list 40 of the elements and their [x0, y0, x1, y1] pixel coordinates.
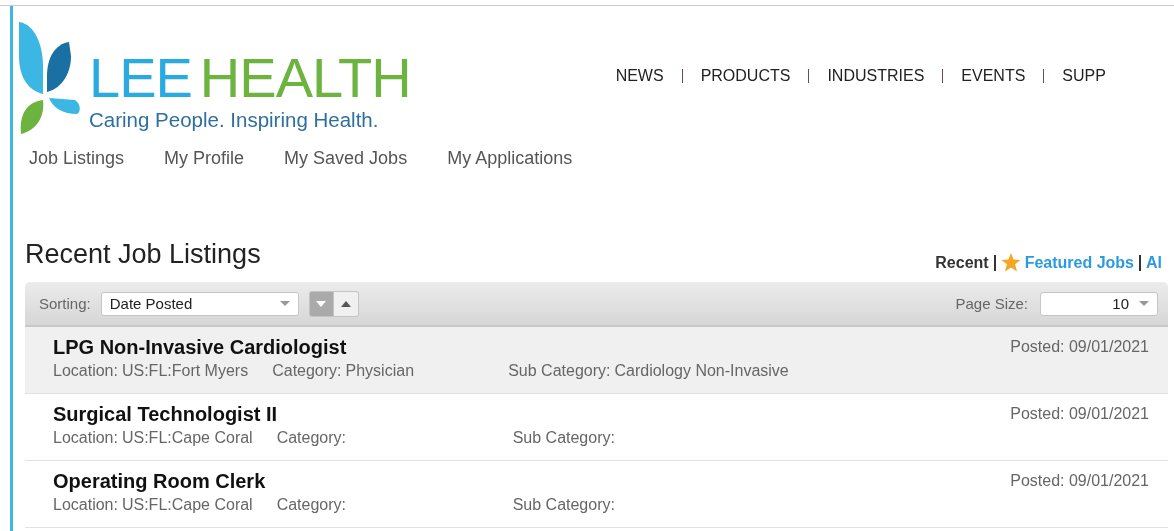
category-value: Physician [345, 362, 415, 380]
posted-date: Posted: 09/01/2021 [1010, 471, 1149, 491]
logo-name: HEALTH [199, 52, 411, 104]
nav-link[interactable]: SUPP [1062, 67, 1106, 85]
category-label: Category: [276, 429, 347, 447]
category-label: Category: [272, 362, 342, 380]
sub-category-label: Sub Category: [512, 429, 615, 447]
job-title[interactable]: LPG Non-Invasive Cardiologist [53, 336, 347, 358]
sorting-dropdown[interactable]: Date Posted [100, 291, 299, 316]
sub-category-label: Sub Category: [508, 362, 611, 380]
job-row[interactable]: LPG Non-Invasive Cardiologist Location: US:FL:Fort Myers Category: Physician Sub Category: Cardiology Non-Invasive Posted: 09/01/2021 [25, 327, 1168, 394]
posted-date: Posted: 09/01/2021 [1010, 404, 1149, 424]
location-value: US:FL:Fort Myers [121, 362, 249, 380]
page-size-dropdown[interactable]: 10 [1040, 291, 1158, 316]
location-value: US:FL:Cape Coral [121, 496, 253, 514]
location-label: Location: [53, 496, 118, 514]
job-title[interactable]: Surgical Technologist II [53, 403, 278, 425]
nav-link[interactable]: PRODUCTS [700, 67, 791, 85]
location-label: Location: [53, 362, 118, 380]
sub-category-value: Cardiology Non-Invasive [614, 362, 789, 380]
nav-link[interactable]: NEWS [615, 67, 664, 85]
logo-tagline: Caring People. Inspiring Health. [89, 108, 380, 132]
sorting-label: Sorting: [39, 295, 91, 312]
page-heading: Recent Job Listings [25, 239, 261, 270]
nav-tab[interactable]: My Profile [164, 148, 245, 169]
job-title[interactable]: Operating Room Clerk [53, 470, 266, 492]
category-label: Category: [276, 496, 347, 514]
sub-category-label: Sub Category: [512, 496, 615, 514]
posted-date: Posted: 09/01/2021 [1010, 337, 1149, 357]
nav-tab[interactable]: My Saved Jobs [284, 148, 408, 169]
location-value: US:FL:Cape Coral [121, 429, 253, 447]
nav-link[interactable]: INDUSTRIES [827, 67, 925, 85]
sort-ascending-button[interactable] [333, 290, 359, 317]
page-size-label: Page Size: [955, 295, 1028, 312]
logo-name: LEE [89, 52, 192, 104]
location-label: Location: [53, 429, 118, 447]
view-link[interactable]: Recent [935, 253, 989, 272]
nav-link[interactable]: EVENTS [961, 67, 1026, 85]
nav-tab[interactable]: Job Listings [29, 148, 125, 169]
nav-tab[interactable]: My Applications [447, 148, 573, 169]
